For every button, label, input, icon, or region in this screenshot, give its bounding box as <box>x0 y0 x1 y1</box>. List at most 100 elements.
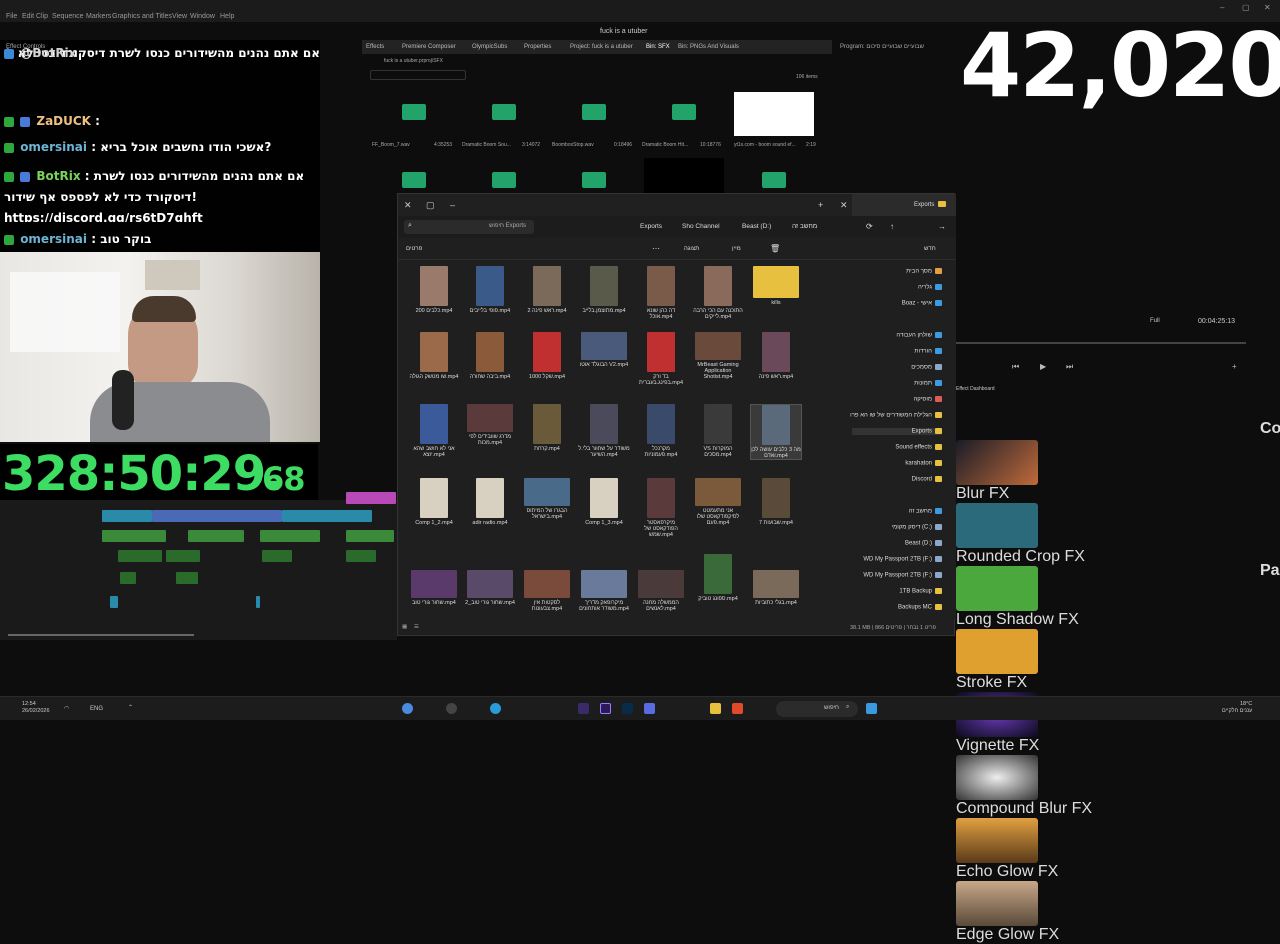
file-item[interactable]: MrBeast Gaming Application Shotist.mp4 <box>692 332 744 380</box>
audio-clip[interactable] <box>256 596 260 608</box>
bin-item[interactable]: yt1s.com - boom sound ef... <box>734 92 816 148</box>
refresh-icon[interactable]: ⟳ <box>866 222 873 231</box>
tab-properties[interactable]: Properties <box>524 44 551 50</box>
video-clip[interactable] <box>152 510 282 522</box>
bin-search-input[interactable] <box>370 70 466 80</box>
effect-controls-tab[interactable]: Effect Controls <box>6 44 45 50</box>
file-item[interactable]: שחור גורי טוב_2.mp4 <box>464 570 516 606</box>
obs-icon[interactable] <box>446 703 457 714</box>
language-indicator[interactable]: ENG <box>90 706 103 712</box>
nav-backups-mc[interactable]: Backups MC <box>898 604 942 611</box>
maximize-icon[interactable]: ▢ <box>426 200 435 211</box>
video-clip[interactable] <box>346 492 396 504</box>
premiere-icon[interactable] <box>600 703 611 714</box>
file-item[interactable]: בד ורק בפינג.בעברית.mp4 <box>635 332 687 386</box>
nav-drive-d[interactable]: Beast (D:) <box>905 540 942 547</box>
file-item[interactable]: אני מתעמטט לסיקפודקאסט שלו פעם.mp4 <box>692 478 744 526</box>
nav-desktop[interactable]: שולחן העבודה <box>896 332 942 339</box>
file-item[interactable]: ראש פינה 2.mp4 <box>521 266 573 314</box>
file-item[interactable]: VS המוקרות מסכים.mp4 <box>692 404 744 458</box>
effect-rounded-crop[interactable]: Rounded Crop FX <box>956 503 1256 566</box>
view-button[interactable]: תצוגה <box>684 246 699 252</box>
menu-view[interactable]: View <box>172 13 187 20</box>
nav-onedrive[interactable]: Boaz - אישי <box>902 300 942 307</box>
breadcrumb-this-pc[interactable]: מחשב זה <box>792 223 817 230</box>
tab-project[interactable]: Project: fuck is a utuber <box>570 44 633 50</box>
nav-folder[interactable]: הגלילת המשודרים של שו הא פרו <box>850 412 942 419</box>
new-button[interactable]: חדש <box>924 246 936 252</box>
step-back-icon[interactable]: ⏮ <box>1012 362 1019 372</box>
nav-karahaton[interactable]: karahaton <box>905 460 942 467</box>
file-item[interactable]: משודר על שחוור בלי.ל השיער.mp4 <box>578 404 630 458</box>
nav-gallery[interactable]: גלריה <box>918 284 942 291</box>
file-item[interactable]: שו מטשק הגולה.mp4 <box>408 332 460 380</box>
audio-clip-icon[interactable] <box>492 172 516 188</box>
file-item[interactable]: מקרנכל פעמוניות.mp4 <box>635 404 687 458</box>
menu-markers[interactable]: Markers <box>86 13 111 20</box>
new-tab-icon[interactable]: + <box>818 200 823 210</box>
audio-clip[interactable] <box>176 572 198 584</box>
back-icon[interactable]: → <box>938 222 946 231</box>
breadcrumb-sho-channel[interactable]: Sho Channel <box>682 223 720 230</box>
nav-documents[interactable]: מסמכים <box>911 364 942 371</box>
audio-clip[interactable] <box>260 530 320 542</box>
grid-view-icon[interactable]: ▦ <box>402 624 407 630</box>
audio-clip[interactable] <box>262 550 292 562</box>
effects-dashboard-tab[interactable]: Effect Dashboard <box>956 386 995 392</box>
nav-this-pc[interactable]: מחשב זה <box>909 508 942 515</box>
nav-drive-f[interactable]: WD My Passport 2TB (F:) <box>863 556 942 563</box>
nav-exports[interactable]: Exports <box>851 428 942 435</box>
file-item[interactable]: פופי בלייבים.mp4 <box>464 266 516 314</box>
discord-icon[interactable] <box>644 703 655 714</box>
tab-close-icon[interactable]: ✕ <box>840 200 848 211</box>
video-clip[interactable] <box>102 510 152 522</box>
file-item[interactable]: קרחת.mp4 <box>521 404 573 452</box>
folder-item[interactable]: kills <box>750 266 802 306</box>
details-button[interactable]: פרטים <box>406 246 422 252</box>
window-maximize-icon[interactable]: ▢ <box>1242 3 1250 12</box>
window-close-icon[interactable]: ✕ <box>1264 3 1271 12</box>
file-item[interactable]: 7 שבועות.mp4 <box>750 478 802 526</box>
audio-clip-icon[interactable] <box>402 172 426 188</box>
file-item[interactable]: מיקרפאסטר הפודקאסט של שמש.mp4 <box>635 478 687 538</box>
start-icon[interactable] <box>866 703 877 714</box>
menu-clip[interactable]: Clip <box>36 13 48 20</box>
file-item[interactable]: ביבה שחורה.mp4 <box>464 332 516 380</box>
tab-olympicsubs[interactable]: OlympicSubs <box>472 44 507 50</box>
chrome-icon[interactable] <box>402 703 413 714</box>
menu-sequence[interactable]: Sequence <box>52 13 84 20</box>
file-item[interactable]: הבגרו של המיתוס בישראל.mp4 <box>521 478 573 520</box>
delete-icon[interactable]: 🗑 <box>770 244 780 253</box>
file-item[interactable]: Comp 1_2.mp4 <box>408 478 460 526</box>
effect-compound-blur[interactable]: Compound Blur FX <box>956 755 1256 818</box>
file-explorer-icon[interactable] <box>710 703 721 714</box>
search-input[interactable]: ⌕ חיפוש Exports <box>404 220 534 234</box>
audio-clip[interactable] <box>188 530 244 542</box>
file-item[interactable]: ספונג טוביק.mp4 <box>692 554 744 602</box>
breadcrumb-beast[interactable]: Beast (D:) <box>742 223 771 230</box>
file-item[interactable]: ראש פינה.mp4 <box>750 332 802 380</box>
timeline-scrollbar[interactable] <box>8 634 194 636</box>
weather-widget[interactable]: 18°C עננים חלקיים <box>1222 701 1252 715</box>
audio-clip[interactable] <box>110 596 118 608</box>
file-item[interactable]: 200 כלבים.mp4 <box>408 266 460 314</box>
file-item[interactable]: התוכנה עם הכי הרבה לייקים.mp4 <box>692 266 744 320</box>
nav-music[interactable]: מוסיקה <box>913 396 942 403</box>
step-forward-icon[interactable]: ⏭ <box>1066 362 1073 372</box>
menu-file[interactable]: File <box>6 13 17 20</box>
file-item[interactable]: מיקרופאק מדריך משודר אותחונים.mp4 <box>578 570 630 612</box>
photoshop-icon[interactable] <box>622 703 633 714</box>
program-scrubber[interactable] <box>956 342 1246 344</box>
fit-select[interactable]: Full <box>1150 318 1160 324</box>
window-minimize-icon[interactable]: – <box>1220 3 1224 12</box>
file-item[interactable]: הממשלה מחנה לאנשים.mp4 <box>635 570 687 612</box>
audio-clip-icon[interactable] <box>762 172 786 188</box>
add-icon[interactable]: + <box>1232 362 1237 371</box>
nav-1tb-backup[interactable]: 1TB Backup <box>899 588 942 595</box>
file-item[interactable]: אני לא חושב שהא יוצא.mp4 <box>408 404 460 458</box>
audio-clip[interactable] <box>346 530 394 542</box>
effect-echo-glow[interactable]: Echo Glow FX <box>956 818 1256 881</box>
file-item[interactable]: דה כהן שונא אוכל.mp4 <box>635 266 687 320</box>
tab-bin-sfx[interactable]: Bin: SFX <box>646 44 670 50</box>
tab-bin-pngs[interactable]: Bin: PNGs And Visuals <box>678 44 739 50</box>
